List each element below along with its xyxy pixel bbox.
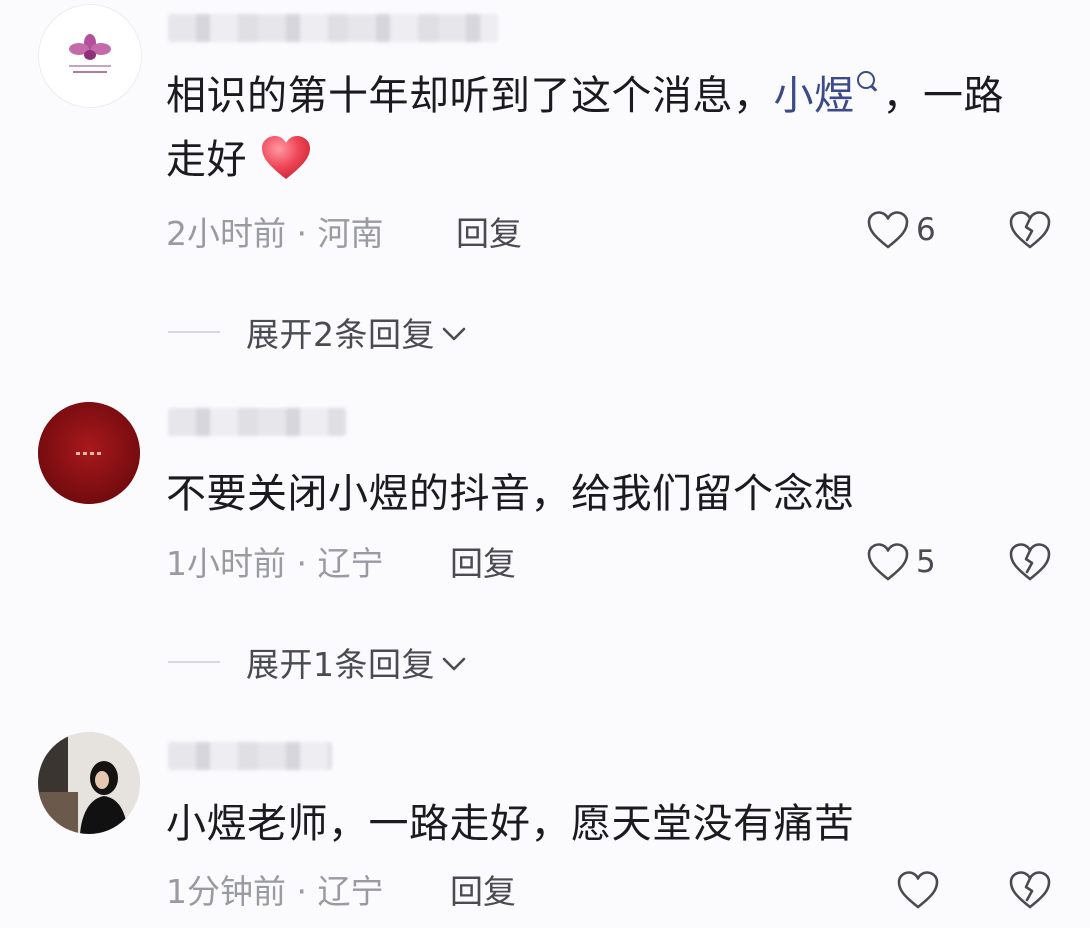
username-blurred[interactable] <box>168 742 332 770</box>
broken-heart-icon <box>1009 543 1051 581</box>
comment-text-segment: 相识的第十年却听到了这个消息， <box>166 73 774 119</box>
reply-button[interactable]: 回复 <box>450 544 516 584</box>
search-icon[interactable] <box>856 71 875 89</box>
mention-link[interactable]: 小煜 <box>774 73 855 119</box>
red-avatar-icon <box>38 402 140 504</box>
comment-item: 小煜老师，一路走好，愿天堂没有痛苦 1分钟前 · 辽宁 回复 <box>0 700 1090 928</box>
divider <box>168 331 220 333</box>
chevron-down-icon <box>442 327 466 341</box>
broken-heart-icon <box>1009 211 1051 249</box>
orchid-logo-icon <box>39 5 141 107</box>
comment-item: 相识的第十年却听到了这个消息，小煜 ，一路 走好 2小时前 · 河南 回复 6 <box>0 0 1090 370</box>
dislike-button[interactable] <box>1008 542 1052 586</box>
comment-text: 相识的第十年却听到了这个消息，小煜 ，一路 走好 <box>166 64 1066 192</box>
like-count: 5 <box>916 544 936 580</box>
comment-meta: 1分钟前 · 辽宁 <box>166 872 383 912</box>
chevron-down-icon <box>442 657 466 671</box>
avatar[interactable] <box>38 402 140 504</box>
comment-location: 辽宁 <box>317 872 384 911</box>
comment-meta: 1小时前 · 辽宁 <box>166 544 383 584</box>
heart-outline-icon <box>867 211 909 249</box>
meta-separator: · <box>286 872 318 911</box>
comment-location: 辽宁 <box>317 544 384 583</box>
meta-separator: · <box>286 214 318 253</box>
expand-replies-button[interactable]: 展开1条回复 <box>168 638 467 686</box>
like-count: 6 <box>916 212 936 248</box>
comment-location: 河南 <box>317 214 384 253</box>
like-button[interactable]: 5 <box>866 542 936 582</box>
avatar[interactable] <box>38 732 140 834</box>
like-button[interactable]: 6 <box>866 210 936 250</box>
username-blurred[interactable] <box>168 408 346 436</box>
meta-separator: · <box>286 544 318 583</box>
avatar[interactable] <box>38 4 142 108</box>
like-button[interactable] <box>896 870 946 910</box>
comment-text: 不要关闭小煜的抖音，给我们留个念想 <box>166 471 855 517</box>
divider <box>168 661 220 663</box>
comment-text-segment: 走好 <box>166 137 247 183</box>
comment-time: 1小时前 <box>166 544 286 583</box>
username-blurred[interactable] <box>168 14 498 42</box>
comment-time: 2小时前 <box>166 214 286 253</box>
reply-button[interactable]: 回复 <box>450 872 516 912</box>
reply-button[interactable]: 回复 <box>456 214 522 254</box>
person-photo-icon <box>38 732 140 834</box>
expand-replies-button[interactable]: 展开2条回复 <box>168 308 467 356</box>
heart-outline-icon <box>867 543 909 581</box>
red-heart-emoji-icon <box>262 136 311 179</box>
comment-meta: 2小时前 · 河南 <box>166 214 383 254</box>
expand-replies-label: 展开2条回复 <box>246 315 435 354</box>
heart-outline-icon <box>897 871 939 909</box>
comment-item: 不要关闭小煜的抖音，给我们留个念想 1小时前 · 辽宁 回复 5 展开1条回复 <box>0 370 1090 700</box>
broken-heart-icon <box>1009 871 1051 909</box>
dislike-button[interactable] <box>1008 210 1052 254</box>
dislike-button[interactable] <box>1008 870 1052 914</box>
comment-text: 小煜老师，一路走好，愿天堂没有痛苦 <box>166 801 855 847</box>
expand-replies-label: 展开1条回复 <box>246 645 435 684</box>
comment-text-segment: ，一路 <box>882 73 1004 119</box>
comment-time: 1分钟前 <box>166 872 286 911</box>
